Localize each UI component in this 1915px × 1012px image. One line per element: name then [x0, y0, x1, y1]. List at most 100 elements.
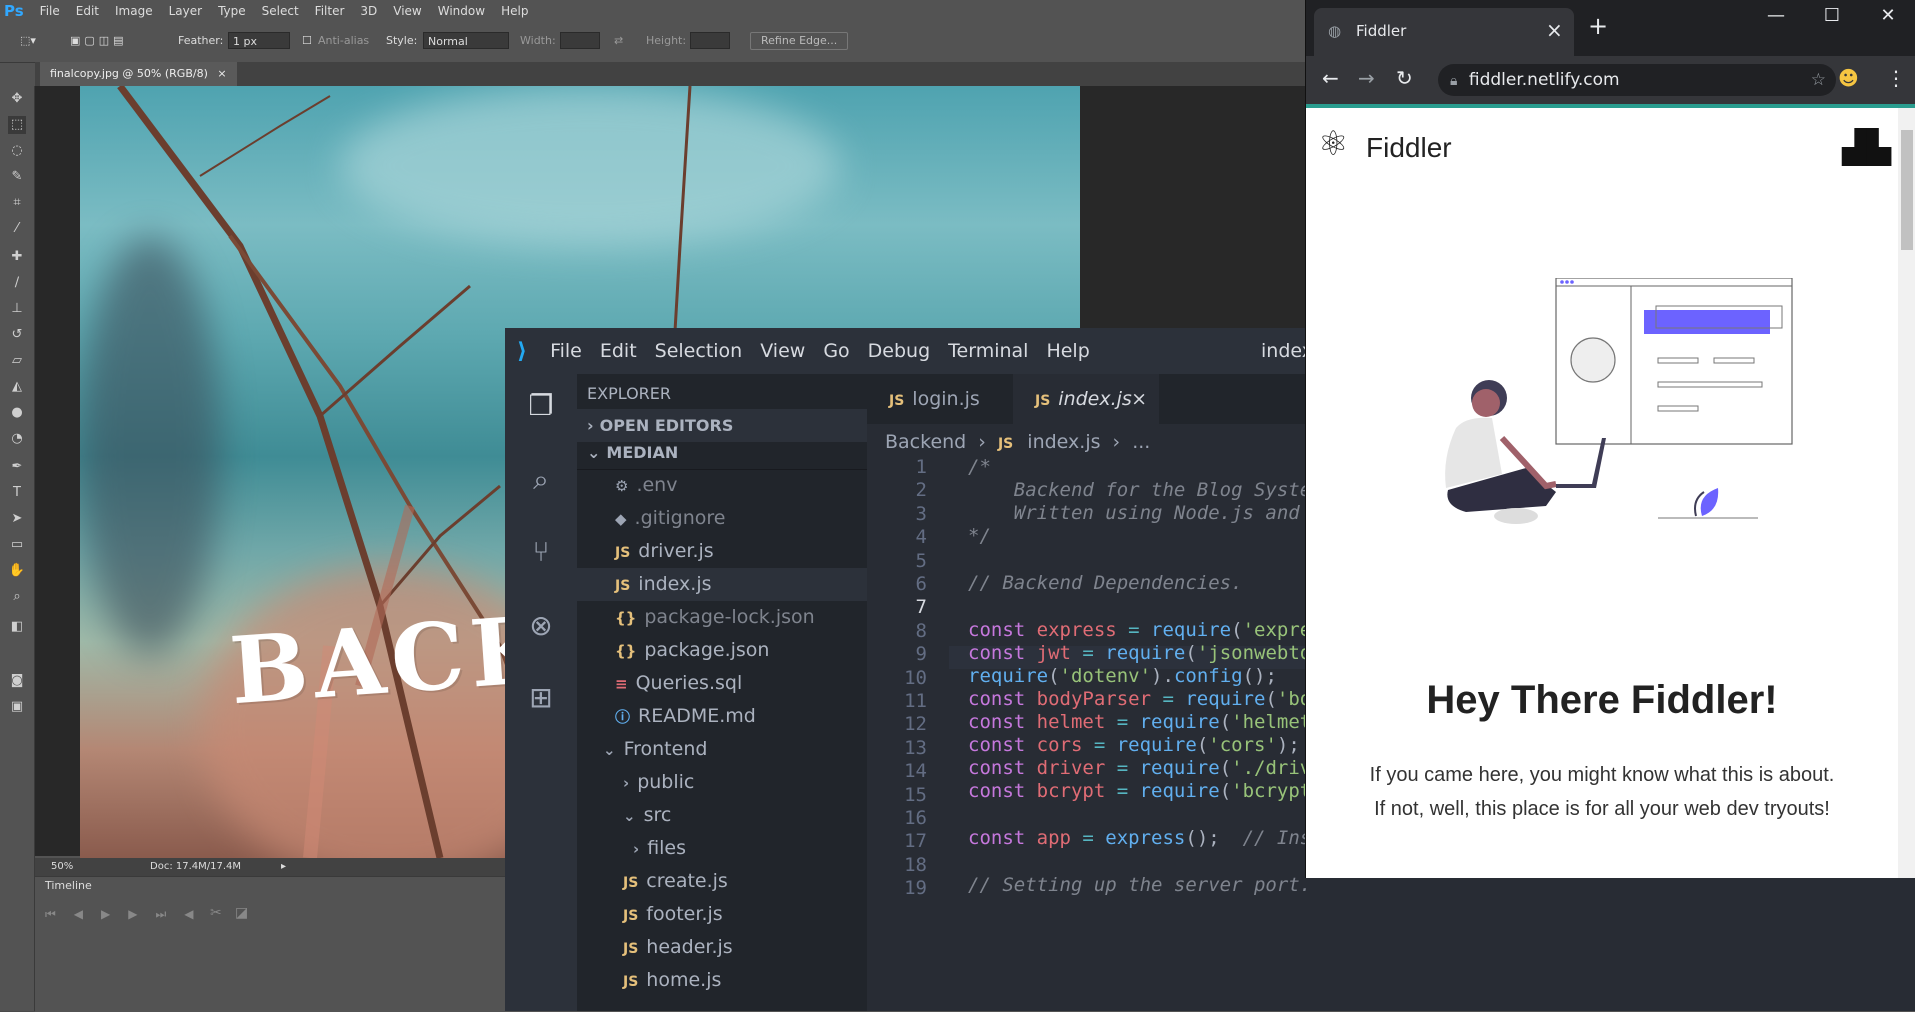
new-tab-button[interactable]: + — [1588, 12, 1608, 40]
explorer-icon[interactable]: ❐ — [523, 388, 559, 424]
type-tool-icon[interactable]: T — [8, 484, 26, 502]
lasso-tool-icon[interactable]: ◌ — [8, 142, 26, 160]
profile-avatar[interactable]: ☻ — [1838, 66, 1859, 90]
explorer-item[interactable]: JS header.js — [577, 931, 867, 964]
explorer-item[interactable]: ⓘ README.md — [577, 700, 867, 733]
scrollbar-thumb[interactable] — [1901, 130, 1913, 250]
explorer-item[interactable]: {} package.json — [577, 634, 867, 667]
ps-document-tab[interactable]: finalcopy.jpg @ 50% (RGB/8) × — [40, 62, 237, 86]
breadcrumb-folder[interactable]: Backend — [885, 431, 966, 453]
explorer-item[interactable]: ◆ .gitignore — [577, 502, 867, 535]
chrome-tab-fiddler[interactable]: ◍ Fiddler × — [1314, 8, 1574, 56]
dodge-tool-icon[interactable]: ◔ — [8, 430, 26, 448]
vscode-menu-file[interactable]: File — [541, 340, 591, 362]
debug-icon[interactable]: ⊗ — [523, 608, 559, 644]
explorer-item[interactable]: JS home.js — [577, 964, 867, 997]
refine-edge-button[interactable]: Refine Edge... — [750, 32, 849, 50]
explorer-item[interactable]: {} package-lock.json — [577, 601, 867, 634]
rectangle-tool-icon[interactable]: ▭ — [8, 536, 26, 554]
ps-menu-file[interactable]: File — [32, 4, 68, 18]
explorer-item[interactable]: ⌄ src — [577, 799, 867, 832]
healing-brush-tool-icon[interactable]: ✚ — [8, 248, 26, 266]
ps-menu-layer[interactable]: Layer — [161, 4, 210, 18]
ps-menu-3d[interactable]: 3D — [352, 4, 385, 18]
forward-icon[interactable]: → — [1358, 66, 1375, 90]
tab-index-js[interactable]: JS index.js × — [1013, 374, 1159, 424]
pen-tool-icon[interactable]: ✒ — [8, 458, 26, 476]
ps-menu-edit[interactable]: Edit — [68, 4, 107, 18]
ps-zoom-level[interactable]: 50% — [51, 858, 73, 876]
screen-mode-icon[interactable]: ▣ — [8, 698, 26, 716]
vscode-menu-view[interactable]: View — [751, 340, 814, 362]
height-input[interactable] — [690, 32, 730, 49]
menu-icon[interactable]: ⋮ — [1886, 66, 1906, 90]
swap-icon[interactable]: ⇄ — [614, 34, 623, 47]
explorer-item[interactable]: JS index.js — [577, 568, 867, 601]
history-brush-tool-icon[interactable]: ↺ — [8, 326, 26, 344]
ps-menu-image[interactable]: Image — [107, 4, 161, 18]
back-icon[interactable]: ← — [1322, 66, 1339, 90]
clone-stamp-tool-icon[interactable]: ⊥ — [8, 300, 26, 318]
brush-tool-icon[interactable]: ∕ — [8, 274, 26, 292]
vscode-menu-selection[interactable]: Selection — [646, 340, 752, 362]
source-control-icon[interactable]: ⑂ — [523, 534, 559, 570]
blur-tool-icon[interactable]: ● — [8, 404, 26, 422]
extensions-icon[interactable]: ⊞ — [523, 680, 559, 716]
ps-menu-type[interactable]: Type — [210, 4, 254, 18]
style-select[interactable]: Normal — [423, 32, 509, 49]
quick-mask-icon[interactable]: ◙ — [8, 672, 26, 690]
address-bar[interactable]: 🔒︎ fiddler.netlify.com ☆ — [1438, 64, 1836, 96]
marquee-tool-icon[interactable]: ⬚▾ — [20, 34, 36, 47]
explorer-item[interactable]: › files — [577, 832, 867, 865]
paint-bucket-tool-icon[interactable]: ◭ — [8, 378, 26, 396]
hand-tool-icon[interactable]: ✋ — [8, 562, 26, 580]
vscode-menu-edit[interactable]: Edit — [591, 340, 646, 362]
move-tool-icon[interactable]: ✥ — [8, 90, 26, 108]
path-selection-tool-icon[interactable]: ➤ — [8, 510, 26, 528]
close-window-button[interactable]: ✕ — [1860, 0, 1915, 32]
bookmark-star-icon[interactable]: ☆ — [1811, 64, 1826, 96]
feather-input[interactable]: 1 px — [228, 32, 290, 49]
width-input[interactable] — [560, 32, 600, 49]
codesandbox-icon[interactable]: ▟▙ — [1842, 128, 1891, 166]
reload-icon[interactable]: ↻ — [1396, 66, 1413, 90]
vscode-menu-go[interactable]: Go — [814, 340, 858, 362]
explorer-item[interactable]: ⌄ Frontend — [577, 733, 867, 766]
explorer-item[interactable]: JS footer.js — [577, 898, 867, 931]
zoom-tool-icon[interactable]: ⌕ — [8, 588, 26, 606]
selection-mode-icons[interactable]: ▣▢◫▤ — [70, 34, 128, 47]
anti-alias-checkbox[interactable]: ☐ — [302, 34, 312, 47]
tab-login-js[interactable]: JS login.js — [867, 374, 1013, 424]
page-scrollbar[interactable] — [1898, 108, 1915, 878]
explorer-item[interactable]: ≡ Queries.sql — [577, 667, 867, 700]
explorer-item[interactable]: ⚙ .env — [577, 469, 867, 502]
timeline-transition-icon[interactable]: ◪ — [235, 905, 248, 921]
breadcrumb-more[interactable]: ... — [1132, 431, 1150, 453]
vscode-menu-terminal[interactable]: Terminal — [939, 340, 1037, 362]
ps-menu-view[interactable]: View — [385, 4, 429, 18]
close-icon[interactable]: × — [1131, 374, 1147, 424]
vscode-menu-help[interactable]: Help — [1037, 340, 1098, 362]
explorer-item[interactable]: JS driver.js — [577, 535, 867, 568]
minimize-button[interactable]: — — [1748, 0, 1804, 32]
eraser-tool-icon[interactable]: ▱ — [8, 352, 26, 370]
ps-document-tab-close-icon[interactable]: × — [217, 67, 226, 80]
close-icon[interactable]: × — [1546, 18, 1563, 42]
color-swatches-icon[interactable]: ◧ — [8, 618, 26, 636]
search-icon[interactable]: ⌕ — [523, 462, 559, 498]
eyedropper-tool-icon[interactable]: ⁄ — [8, 220, 26, 238]
brand-name[interactable]: Fiddler — [1366, 132, 1452, 164]
vscode-menu-debug[interactable]: Debug — [859, 340, 939, 362]
marquee-tool-icon[interactable]: ⬚ — [8, 116, 26, 134]
explorer-item[interactable]: › public — [577, 766, 867, 799]
quick-select-tool-icon[interactable]: ✎ — [8, 168, 26, 186]
ps-menu-window[interactable]: Window — [430, 4, 493, 18]
timeline-playback-controls[interactable]: ⏮◀▶▶⏭◀ — [45, 907, 212, 922]
breadcrumb-file[interactable]: index.js — [1027, 431, 1100, 453]
crop-tool-icon[interactable]: ⌗ — [8, 194, 26, 212]
ps-menu-filter[interactable]: Filter — [307, 4, 353, 18]
explorer-item[interactable]: JS create.js — [577, 865, 867, 898]
ps-menu-help[interactable]: Help — [493, 4, 536, 18]
ps-menu-select[interactable]: Select — [254, 4, 307, 18]
maximize-button[interactable]: ☐ — [1804, 0, 1860, 32]
